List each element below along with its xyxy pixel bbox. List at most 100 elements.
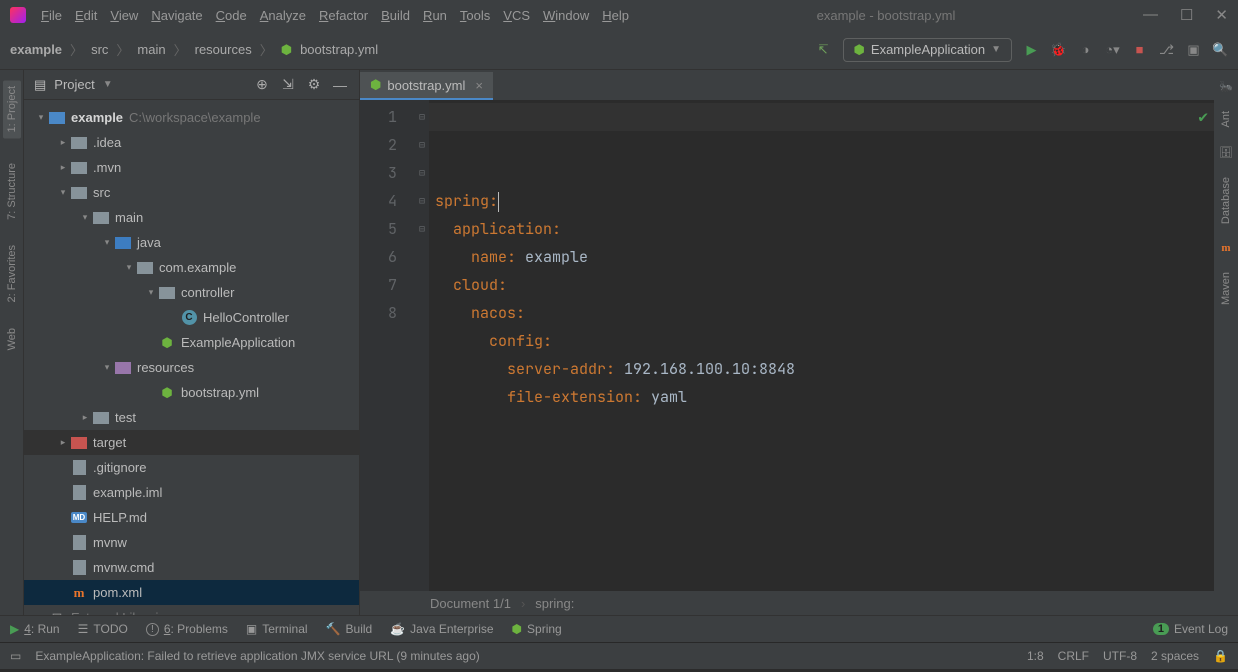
window-controls: — ☐ ✕ <box>1143 6 1228 24</box>
tool-ant[interactable]: Ant <box>1220 111 1232 128</box>
indent-setting[interactable]: 2 spaces <box>1151 649 1199 663</box>
menu-window[interactable]: Window <box>543 8 589 23</box>
tree-item-hellocontroller[interactable]: CHelloController <box>24 305 359 330</box>
spring-icon: ⬢ <box>158 385 176 401</box>
git-icon[interactable]: ⎇ <box>1159 42 1174 57</box>
fold-column[interactable]: ⊟⊟⊟⊟⊟ <box>415 100 429 591</box>
tool-project[interactable]: 1: Project <box>3 80 21 138</box>
maximize-button[interactable]: ☐ <box>1180 6 1193 24</box>
spring-icon: ⬢ <box>370 77 381 93</box>
coverage-icon[interactable]: ◑ <box>1078 42 1093 57</box>
dir-icon <box>92 210 110 226</box>
menu-vcs[interactable]: VCS <box>503 8 530 23</box>
crumb-main[interactable]: main <box>137 42 165 57</box>
search-icon[interactable]: 🔍 <box>1213 42 1228 57</box>
tree-item-com-example[interactable]: ▾com.example <box>24 255 359 280</box>
class-icon: C <box>180 310 198 326</box>
run-configuration-selector[interactable]: ⬢ ExampleApplication ▼ <box>843 38 1012 62</box>
crumb-src[interactable]: src <box>91 42 108 57</box>
menu-view[interactable]: View <box>110 8 138 23</box>
bottom-tool-problems[interactable]: ! 6: Problems <box>146 622 228 636</box>
menu-analyze[interactable]: Analyze <box>260 8 306 23</box>
tree-item--gitignore[interactable]: .gitignore <box>24 455 359 480</box>
tree-item--idea[interactable]: ▸.idea <box>24 130 359 155</box>
tool-web[interactable]: Web <box>6 328 18 350</box>
tree-item-bootstrap-yml[interactable]: ⬢bootstrap.yml <box>24 380 359 405</box>
tree-item-target[interactable]: ▸target <box>24 430 359 455</box>
tree-item-external-libraries[interactable]: ▸⊞External Libraries <box>24 605 359 615</box>
run-icon[interactable]: ▶ <box>1024 42 1039 57</box>
tree-item-pom-xml[interactable]: mpom.xml <box>24 580 359 605</box>
crumb-bootstrap.yml[interactable]: bootstrap.yml <box>300 42 378 57</box>
menu-run[interactable]: Run <box>423 8 447 23</box>
inspections-ok-icon[interactable]: ✔ <box>1198 106 1208 127</box>
menu-navigate[interactable]: Navigate <box>151 8 202 23</box>
navigation-toolbar: example〉src〉main〉resources〉⬢bootstrap.ym… <box>0 30 1238 70</box>
spring-icon: ⬢ <box>158 335 176 351</box>
close-button[interactable]: ✕ <box>1215 6 1228 24</box>
tree-item-src[interactable]: ▾src <box>24 180 359 205</box>
minimize-button[interactable]: — <box>1143 6 1158 24</box>
tool-maven[interactable]: Maven <box>1220 272 1232 305</box>
menu-help[interactable]: Help <box>602 8 629 23</box>
code-area[interactable]: 12345678 ⊟⊟⊟⊟⊟ spring: application: name… <box>360 100 1214 591</box>
tree-item-test[interactable]: ▸test <box>24 405 359 430</box>
menubar: File Edit View Navigate Code Analyze Refactor B… <box>41 8 629 23</box>
menu-build[interactable]: Build <box>381 8 410 23</box>
line-separator[interactable]: CRLF <box>1058 649 1089 663</box>
tree-item-mvnw-cmd[interactable]: mvnw.cmd <box>24 555 359 580</box>
crumb-resources[interactable]: resources <box>195 42 252 57</box>
tree-item-example-iml[interactable]: example.iml <box>24 480 359 505</box>
bottom-tool-javaenterprise[interactable]: ☕ Java Enterprise <box>390 622 493 636</box>
bottom-tool-todo[interactable]: ☰ TODO <box>78 622 128 636</box>
bottom-tool-build[interactable]: 🔨 Build <box>326 622 373 636</box>
settings-icon[interactable]: ⚙ <box>305 76 323 93</box>
tree-item-java[interactable]: ▾java <box>24 230 359 255</box>
stop-icon[interactable]: ■ <box>1132 42 1147 57</box>
bottom-tool-run[interactable]: ▶ 4: Run <box>10 622 60 636</box>
tree-item-controller[interactable]: ▾controller <box>24 280 359 305</box>
menu-file[interactable]: File <box>41 8 62 23</box>
menu-code[interactable]: Code <box>216 8 247 23</box>
titlebar: File Edit View Navigate Code Analyze Refactor B… <box>0 0 1238 30</box>
project-tool-window: ▤ Project ▼ ⊕ ⇲ ⚙ — ▾exampleC:\workspace… <box>24 70 360 615</box>
crumb-example[interactable]: example <box>10 42 62 57</box>
lock-icon[interactable]: 🔒 <box>1213 649 1228 663</box>
hide-icon[interactable]: — <box>331 77 349 93</box>
event-log[interactable]: 1 Event Log <box>1153 622 1228 636</box>
screen-icon[interactable]: ▣ <box>1186 42 1201 57</box>
tree-item-help-md[interactable]: MDHELP.md <box>24 505 359 530</box>
file-encoding[interactable]: UTF-8 <box>1103 649 1137 663</box>
tree-item-exampleapplication[interactable]: ⬢ExampleApplication <box>24 330 359 355</box>
srcdir-icon <box>114 235 132 251</box>
tool-database[interactable]: Database <box>1220 177 1232 224</box>
code-path[interactable]: spring: <box>535 596 574 611</box>
tree-item-mvnw[interactable]: mvnw <box>24 530 359 555</box>
hammer-icon[interactable]: ↸ <box>816 42 831 57</box>
code-content[interactable]: spring: application: name: example cloud… <box>429 100 1214 591</box>
tree-item-resources[interactable]: ▾resources <box>24 355 359 380</box>
caret-position[interactable]: 1:8 <box>1027 649 1044 663</box>
profile-icon[interactable]: ◔▾ <box>1105 42 1120 57</box>
tree-item--mvn[interactable]: ▸.mvn <box>24 155 359 180</box>
status-icon[interactable]: ▭ <box>10 649 21 663</box>
menu-refactor[interactable]: Refactor <box>319 8 368 23</box>
tree-item-main[interactable]: ▾main <box>24 205 359 230</box>
chevron-down-icon[interactable]: ▼ <box>103 79 113 90</box>
project-tree[interactable]: ▾exampleC:\workspace\example▸.idea▸.mvn▾… <box>24 100 359 615</box>
editor-breadcrumb: Document 1/1 › spring: <box>360 591 1214 615</box>
chevron-down-icon: ▼ <box>991 44 1001 55</box>
tool-favorites[interactable]: 2: Favorites <box>6 245 18 302</box>
run-config-label: ExampleApplication <box>871 42 985 57</box>
locate-icon[interactable]: ⊕ <box>253 76 271 93</box>
menu-tools[interactable]: Tools <box>460 8 490 23</box>
bottom-tool-terminal[interactable]: ▣ Terminal <box>246 622 308 636</box>
debug-icon[interactable]: 🐞 <box>1051 42 1066 57</box>
editor-tab[interactable]: ⬢ bootstrap.yml × <box>360 72 493 100</box>
bottom-tool-spring[interactable]: ⬢ Spring <box>512 622 562 636</box>
menu-edit[interactable]: Edit <box>75 8 97 23</box>
collapse-icon[interactable]: ⇲ <box>279 76 297 93</box>
tool-structure[interactable]: 7: Structure <box>6 163 18 220</box>
tree-item-example[interactable]: ▾exampleC:\workspace\example <box>24 105 359 130</box>
close-tab-icon[interactable]: × <box>475 78 483 93</box>
